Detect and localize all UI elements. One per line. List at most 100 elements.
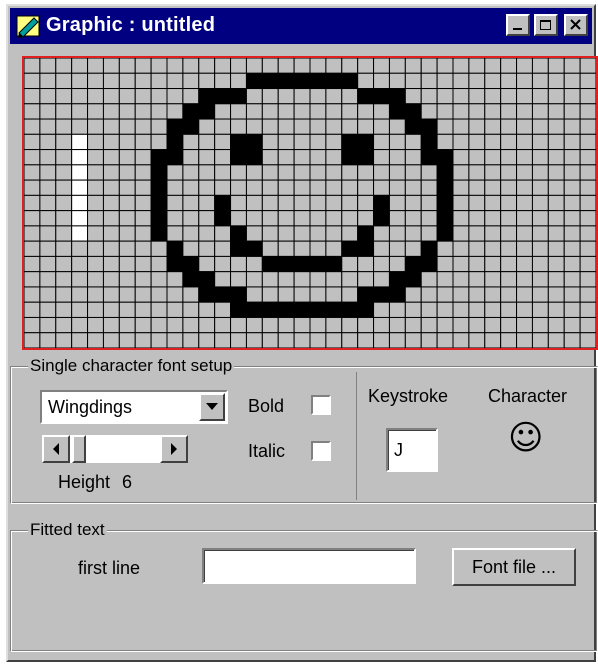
grid-cell[interactable]: [261, 286, 279, 303]
grid-cell[interactable]: [245, 316, 263, 334]
grid-cell[interactable]: [134, 255, 152, 273]
grid-cell[interactable]: [420, 133, 438, 151]
grid-cell[interactable]: [357, 133, 375, 151]
grid-cell[interactable]: [373, 332, 390, 348]
grid-cell[interactable]: [341, 72, 359, 90]
grid-cell[interactable]: [436, 255, 454, 273]
grid-cell[interactable]: [309, 194, 327, 212]
grid-cell[interactable]: [436, 301, 454, 318]
grid-cell[interactable]: [214, 271, 232, 288]
grid-cell[interactable]: [118, 255, 136, 273]
font-select[interactable]: Wingdings: [40, 390, 228, 424]
grid-cell[interactable]: [71, 225, 89, 242]
first-line-input[interactable]: [202, 548, 416, 584]
grid-cell[interactable]: [71, 103, 89, 120]
grid-cell[interactable]: [87, 194, 104, 212]
grid-cell[interactable]: [373, 255, 390, 273]
grid-cell[interactable]: [277, 255, 295, 273]
grid-cell[interactable]: [373, 118, 390, 135]
grid-cell[interactable]: [404, 286, 422, 303]
grid-cell[interactable]: [102, 194, 120, 212]
grid-cell[interactable]: [277, 149, 295, 166]
grid-cell[interactable]: [531, 103, 549, 120]
grid-cell[interactable]: [547, 72, 565, 90]
grid-cell[interactable]: [198, 301, 216, 318]
grid-cell[interactable]: [245, 179, 263, 196]
grid-cell[interactable]: [55, 179, 73, 196]
grid-cell[interactable]: [468, 332, 486, 348]
grid-cell[interactable]: [547, 301, 565, 318]
grid-cell[interactable]: [39, 149, 57, 166]
grid-cell[interactable]: [198, 194, 216, 212]
grid-cell[interactable]: [24, 240, 41, 257]
grid-cell[interactable]: [404, 179, 422, 196]
grid-cell[interactable]: [71, 179, 89, 196]
grid-cell[interactable]: [452, 225, 470, 242]
grid-cell[interactable]: [468, 194, 486, 212]
grid-cell[interactable]: [166, 164, 184, 181]
grid-cell[interactable]: [500, 58, 518, 74]
grid-cell[interactable]: [309, 210, 327, 227]
grid-cell[interactable]: [24, 118, 41, 135]
grid-cell[interactable]: [150, 225, 168, 242]
grid-cell[interactable]: [325, 179, 343, 196]
grid-cell[interactable]: [277, 194, 295, 212]
grid-cell[interactable]: [102, 271, 120, 288]
grid-cell[interactable]: [134, 271, 152, 288]
grid-cell[interactable]: [87, 286, 104, 303]
grid-cell[interactable]: [388, 103, 406, 120]
grid-cell[interactable]: [102, 255, 120, 273]
grid-cell[interactable]: [404, 255, 422, 273]
grid-cell[interactable]: [563, 164, 581, 181]
grid-cell[interactable]: [214, 133, 232, 151]
grid-cell[interactable]: [388, 179, 406, 196]
grid-cell[interactable]: [182, 286, 200, 303]
grid-cell[interactable]: [341, 286, 359, 303]
grid-cell[interactable]: [55, 118, 73, 135]
grid-cell[interactable]: [230, 301, 247, 318]
grid-cell[interactable]: [452, 240, 470, 257]
grid-cell[interactable]: [563, 149, 581, 166]
grid-cell[interactable]: [55, 88, 73, 105]
grid-cell[interactable]: [404, 149, 422, 166]
grid-cell[interactable]: [468, 72, 486, 90]
grid-cell[interactable]: [500, 240, 518, 257]
grid-cell[interactable]: [230, 133, 247, 151]
grid-cell[interactable]: [71, 133, 89, 151]
grid-cell[interactable]: [500, 194, 518, 212]
grid-cell[interactable]: [325, 72, 343, 90]
grid-cell[interactable]: [404, 210, 422, 227]
grid-cell[interactable]: [547, 179, 565, 196]
scroll-left-button[interactable]: [42, 435, 70, 463]
grid-cell[interactable]: [214, 88, 232, 105]
grid-cell[interactable]: [39, 286, 57, 303]
grid-cell[interactable]: [245, 210, 263, 227]
grid-cell[interactable]: [404, 240, 422, 257]
grid-cell[interactable]: [214, 164, 232, 181]
grid-cell[interactable]: [245, 240, 263, 257]
font-dropdown-button[interactable]: [199, 393, 225, 421]
bold-checkbox[interactable]: [311, 395, 331, 415]
grid-cell[interactable]: [166, 58, 184, 74]
grid-cell[interactable]: [373, 210, 390, 227]
grid-cell[interactable]: [24, 103, 41, 120]
grid-cell[interactable]: [436, 58, 454, 74]
grid-cell[interactable]: [516, 286, 533, 303]
grid-cell[interactable]: [309, 72, 327, 90]
grid-cell[interactable]: [230, 316, 247, 334]
grid-cell[interactable]: [198, 72, 216, 90]
grid-cell[interactable]: [293, 240, 311, 257]
grid-cell[interactable]: [214, 58, 232, 74]
grid-cell[interactable]: [245, 88, 263, 105]
grid-cell[interactable]: [325, 103, 343, 120]
grid-cell[interactable]: [277, 133, 295, 151]
grid-cell[interactable]: [484, 164, 502, 181]
grid-cell[interactable]: [87, 72, 104, 90]
grid-cell[interactable]: [420, 240, 438, 257]
grid-cell[interactable]: [436, 149, 454, 166]
grid-cell[interactable]: [71, 332, 89, 348]
grid-cell[interactable]: [516, 210, 533, 227]
grid-cell[interactable]: [245, 133, 263, 151]
grid-cell[interactable]: [341, 332, 359, 348]
grid-cell[interactable]: [150, 316, 168, 334]
